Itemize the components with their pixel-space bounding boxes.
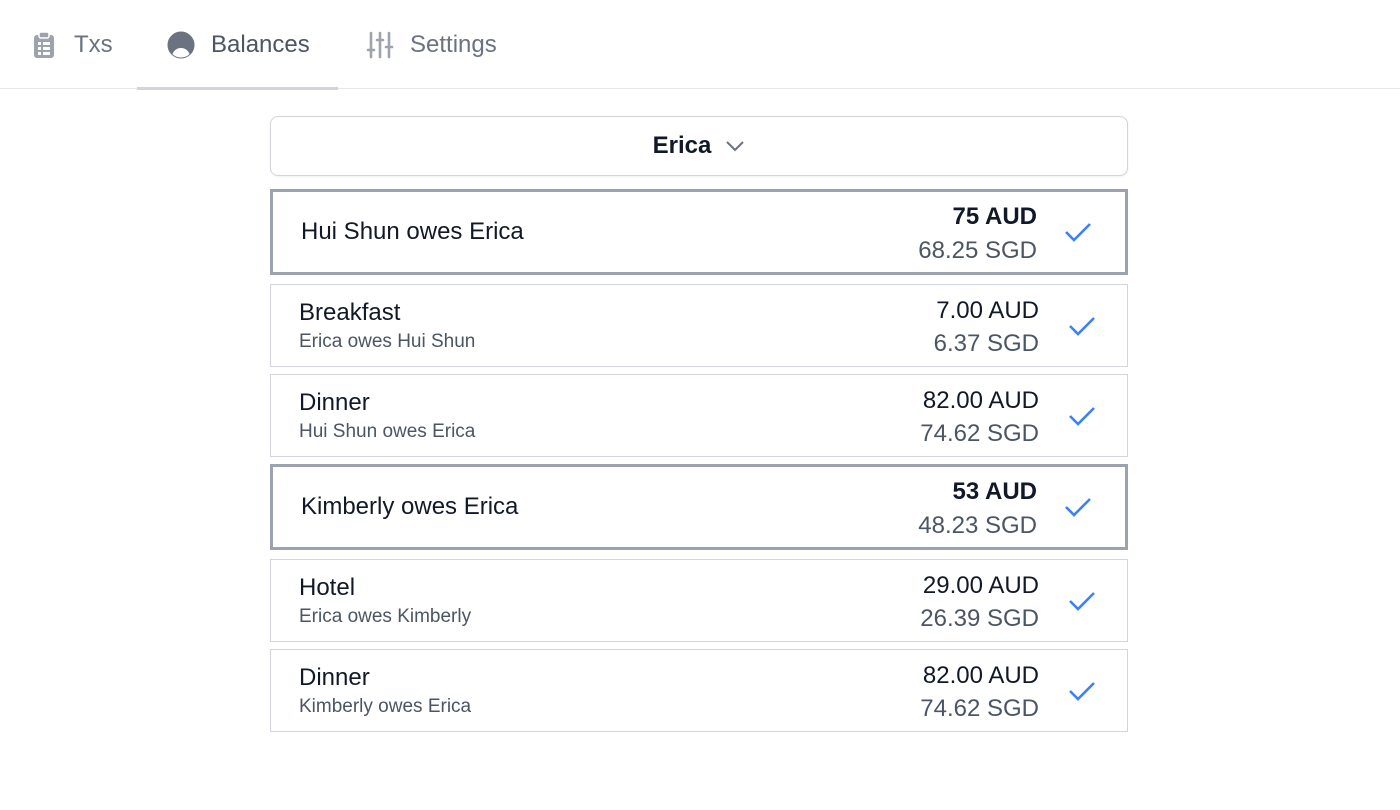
tab-txs-label: Txs [74, 30, 113, 58]
balance-summary-aud: 75 AUD [952, 203, 1037, 230]
clipboard-list-icon [30, 30, 58, 59]
transaction-title: Breakfast [299, 299, 401, 326]
user-circle-icon [167, 31, 195, 59]
transaction-subtitle: Hui Shun owes Erica [299, 421, 476, 442]
person-select-value: Erica [652, 132, 712, 159]
balance-summary-row[interactable]: Hui Shun owes Erica 75 AUD 68.25 SGD [270, 189, 1128, 275]
check-icon[interactable] [1065, 309, 1099, 343]
tab-settings-label: Settings [410, 30, 497, 58]
balance-summary-sgd: 68.25 SGD [918, 237, 1037, 264]
tab-bar: Txs Balances Settings [0, 0, 1400, 90]
tab-settings[interactable]: Settings [366, 0, 516, 89]
balance-summary-row[interactable]: Kimberly owes Erica 53 AUD 48.23 SGD [270, 464, 1128, 550]
transaction-aud: 7.00 AUD [936, 297, 1039, 324]
balance-summary-sgd: 48.23 SGD [918, 512, 1037, 539]
transaction-aud: 82.00 AUD [922, 387, 1039, 414]
chevron-down-icon [725, 140, 745, 152]
check-icon[interactable] [1061, 490, 1095, 524]
check-icon[interactable] [1061, 215, 1095, 249]
transaction-subtitle: Erica owes Hui Shun [299, 331, 476, 352]
transaction-row[interactable]: Dinner Hui Shun owes Erica 82.00 AUD 74.… [270, 374, 1128, 457]
transaction-title: Hotel [299, 574, 356, 601]
transaction-sgd: 74.62 SGD [920, 695, 1039, 722]
balance-summary-aud: 53 AUD [952, 478, 1037, 505]
check-icon[interactable] [1065, 399, 1099, 433]
transaction-row[interactable]: Breakfast Erica owes Hui Shun 7.00 AUD 6… [270, 284, 1128, 367]
transaction-row[interactable]: Hotel Erica owes Kimberly 29.00 AUD 26.3… [270, 559, 1128, 642]
sliders-icon [366, 31, 394, 59]
transaction-title: Dinner [299, 664, 370, 691]
check-icon[interactable] [1065, 584, 1099, 618]
balance-summary-label: Hui Shun owes Erica [301, 218, 524, 245]
transaction-row[interactable]: Dinner Kimberly owes Erica 82.00 AUD 74.… [270, 649, 1128, 732]
tab-txs[interactable]: Txs [30, 0, 126, 89]
transaction-aud: 82.00 AUD [922, 662, 1039, 689]
transaction-sgd: 6.37 SGD [933, 330, 1039, 357]
person-select[interactable]: Erica [270, 116, 1128, 176]
transaction-sgd: 74.62 SGD [920, 420, 1039, 447]
transaction-subtitle: Erica owes Kimberly [299, 606, 472, 627]
tab-balances[interactable]: Balances [137, 0, 338, 90]
transaction-sgd: 26.39 SGD [920, 605, 1039, 632]
transaction-title: Dinner [299, 389, 370, 416]
transaction-aud: 29.00 AUD [922, 572, 1039, 599]
tab-balances-label: Balances [211, 30, 310, 58]
check-icon[interactable] [1065, 674, 1099, 708]
balance-summary-label: Kimberly owes Erica [301, 493, 519, 520]
transaction-subtitle: Kimberly owes Erica [299, 696, 472, 717]
